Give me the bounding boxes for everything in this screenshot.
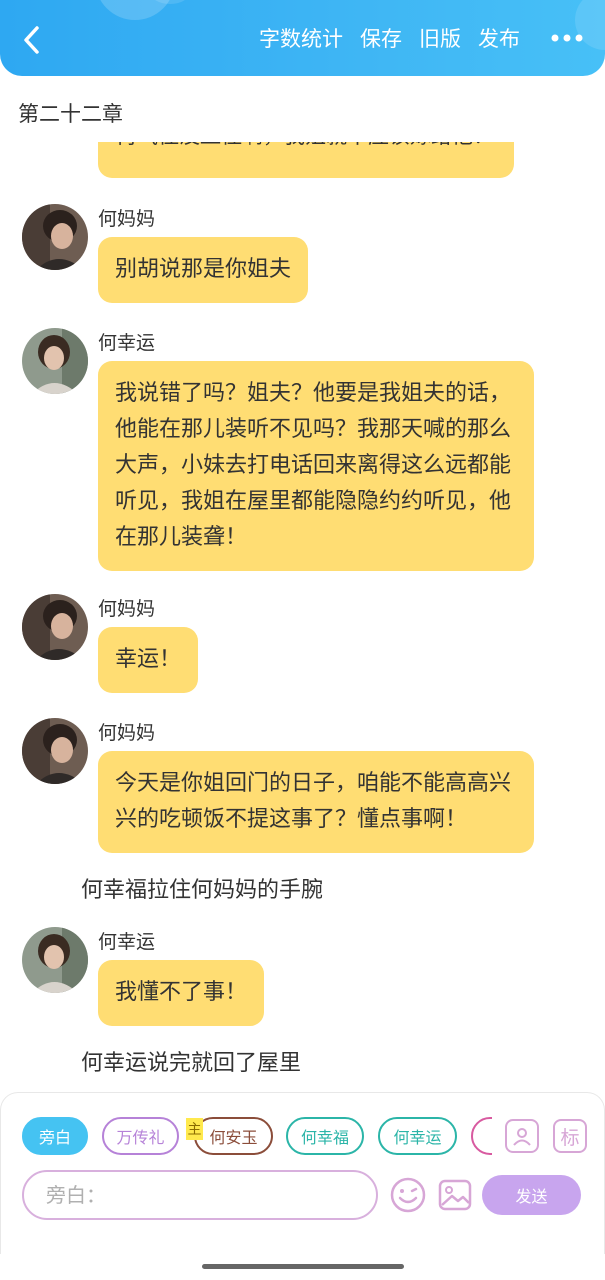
speaker-name: 何妈妈 [98,598,156,620]
emoji-icon [390,1177,426,1213]
publish-button[interactable]: 发布 [478,23,520,53]
role-chip-label: 万传礼 [116,1128,165,1147]
message-text: 再气住没血住啊，我姐就不应该嫁给他！ [116,142,494,150]
message-text: 今天是你姐回门的日子，咱能不能高高兴兴的吃顿饭不提这事了？懂点事啊！ [115,771,512,832]
role-chip-label: 旁白 [38,1128,71,1147]
home-indicator[interactable] [202,1264,404,1269]
role-chip-he-anyu[interactable]: 何安玉 [194,1117,273,1155]
message-text: 我说错了吗？姐夫？他要是我姐夫的话，他能在那儿装听不见吗？我那天喊的那么大声，小… [115,381,512,550]
avatar-he-mama[interactable] [22,718,88,784]
message-input-box[interactable] [22,1170,378,1220]
emoji-button[interactable] [389,1176,427,1214]
chat-area[interactable]: 再气住没血住啊，我姐就不应该嫁给他！ 何妈妈 别胡说那是你姐夫 [0,142,605,1092]
word-count-button[interactable]: 字数统计 [259,23,343,53]
message-text: 别胡说那是你姐夫 [115,257,292,282]
save-button[interactable]: 保存 [360,23,402,53]
avatar-image [22,718,88,784]
message-text: 幸运！ [115,647,182,672]
message-bubble[interactable]: 别胡说那是你姐夫 [98,237,309,303]
role-chip-wan-chuanli[interactable]: 万传礼 [102,1117,179,1155]
image-button[interactable] [436,1176,474,1214]
person-card-icon [513,1128,531,1146]
tag-button[interactable]: 标 [553,1119,587,1153]
image-icon [438,1179,472,1211]
role-chip-label: 何幸运 [393,1128,442,1147]
old-version-button[interactable]: 旧版 [419,23,461,53]
avatar-image [22,927,88,993]
avatar-image [22,204,88,270]
role-chip-he-xingyun[interactable]: 何幸运 [378,1117,457,1155]
speaker-name: 何幸运 [98,332,156,354]
send-button[interactable]: 发送 [482,1175,581,1215]
chapter-title: 第二十二章 [18,102,123,126]
avatar-image [22,594,88,660]
send-label: 发送 [515,1187,548,1206]
message-bubble[interactable]: 我懂不了事！ [98,960,265,1026]
narration-text[interactable]: 何幸福拉住何妈妈的手腕 [81,872,323,904]
message-bubble[interactable]: 今天是你姐回门的日子，咱能不能高高兴兴的吃顿饭不提这事了？懂点事啊！ [98,751,534,853]
role-selector: 旁白 万传礼 何安玉 何幸福 何幸运 [22,1117,492,1157]
role-chip-label: 何幸福 [300,1128,349,1147]
message-bubble[interactable]: 我说错了吗？姐夫？他要是我姐夫的话，他能在那儿装听不见吗？我那天喊的那么大声，小… [98,361,534,571]
main-role-badge: 主 [186,1118,203,1140]
tag-icon: 标 [560,1126,580,1149]
avatar-he-mama[interactable] [22,204,88,270]
narration-text[interactable]: 何幸运说完就回了屋里 [81,1045,301,1077]
message-bubble[interactable]: 再气住没血住啊，我姐就不应该嫁给他！ [98,142,514,178]
role-chip-more[interactable] [471,1117,492,1155]
message-input[interactable] [46,1183,366,1207]
speaker-name: 何妈妈 [98,208,156,230]
message-text: 我懂不了事！ [115,980,248,1005]
role-chip-narrator[interactable]: 旁白 [22,1117,88,1155]
top-bar: 字数统计 保存 旧版 发布 [0,0,605,76]
more-dots-icon [551,34,583,42]
character-button[interactable] [505,1119,539,1153]
speaker-name: 何幸运 [98,931,156,953]
chevron-left-icon [24,26,39,54]
message-bubble[interactable]: 幸运！ [98,627,199,693]
more-button[interactable] [537,18,597,58]
role-chip-he-xingfu[interactable]: 何幸福 [286,1117,364,1155]
avatar-he-mama[interactable] [22,594,88,660]
avatar-image [22,328,88,394]
back-button[interactable] [14,20,50,60]
avatar-he-xingyun[interactable] [22,927,88,993]
speaker-name: 何妈妈 [98,722,156,744]
role-chip-label: 何安玉 [209,1128,258,1147]
avatar-he-xingyun[interactable] [22,328,88,394]
